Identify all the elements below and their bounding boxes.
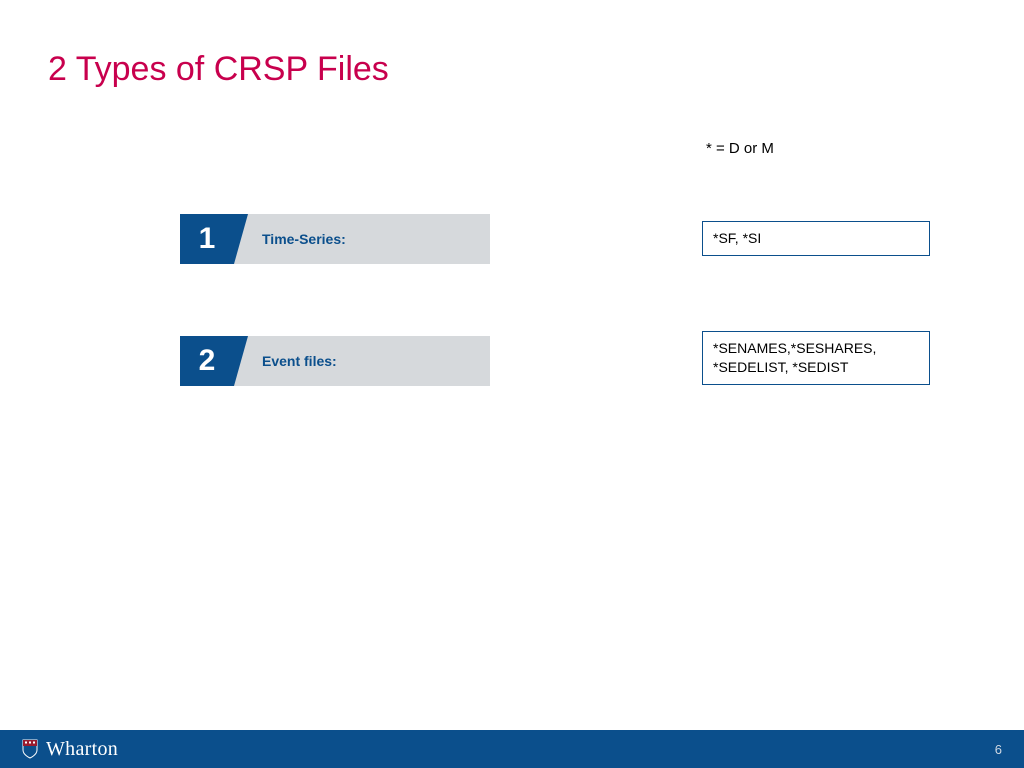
category-event-files: 2 Event files: xyxy=(180,336,490,386)
slide-title: 2 Types of CRSP Files xyxy=(48,50,389,89)
category-label: Event files: xyxy=(262,353,337,369)
brand-name: Wharton xyxy=(46,738,118,761)
category-number-badge: 2 xyxy=(180,336,234,386)
category-label: Time-Series: xyxy=(262,231,346,247)
page-number: 6 xyxy=(995,742,1002,757)
file-list-time-series: *SF, *SI xyxy=(702,221,930,256)
file-list-event-files: *SENAMES,*SESHARES, *SEDELIST, *SEDIST xyxy=(702,331,930,385)
slide: 2 Types of CRSP Files * = D or M 1 Time-… xyxy=(0,0,1024,768)
brand: Wharton xyxy=(22,738,118,761)
footer-bar: Wharton 6 xyxy=(0,730,1024,768)
category-time-series: 1 Time-Series: xyxy=(180,214,490,264)
category-number: 1 xyxy=(199,222,216,256)
category-number: 2 xyxy=(199,344,216,378)
legend-note: * = D or M xyxy=(706,140,774,157)
shield-icon xyxy=(22,739,38,759)
category-number-badge: 1 xyxy=(180,214,234,264)
